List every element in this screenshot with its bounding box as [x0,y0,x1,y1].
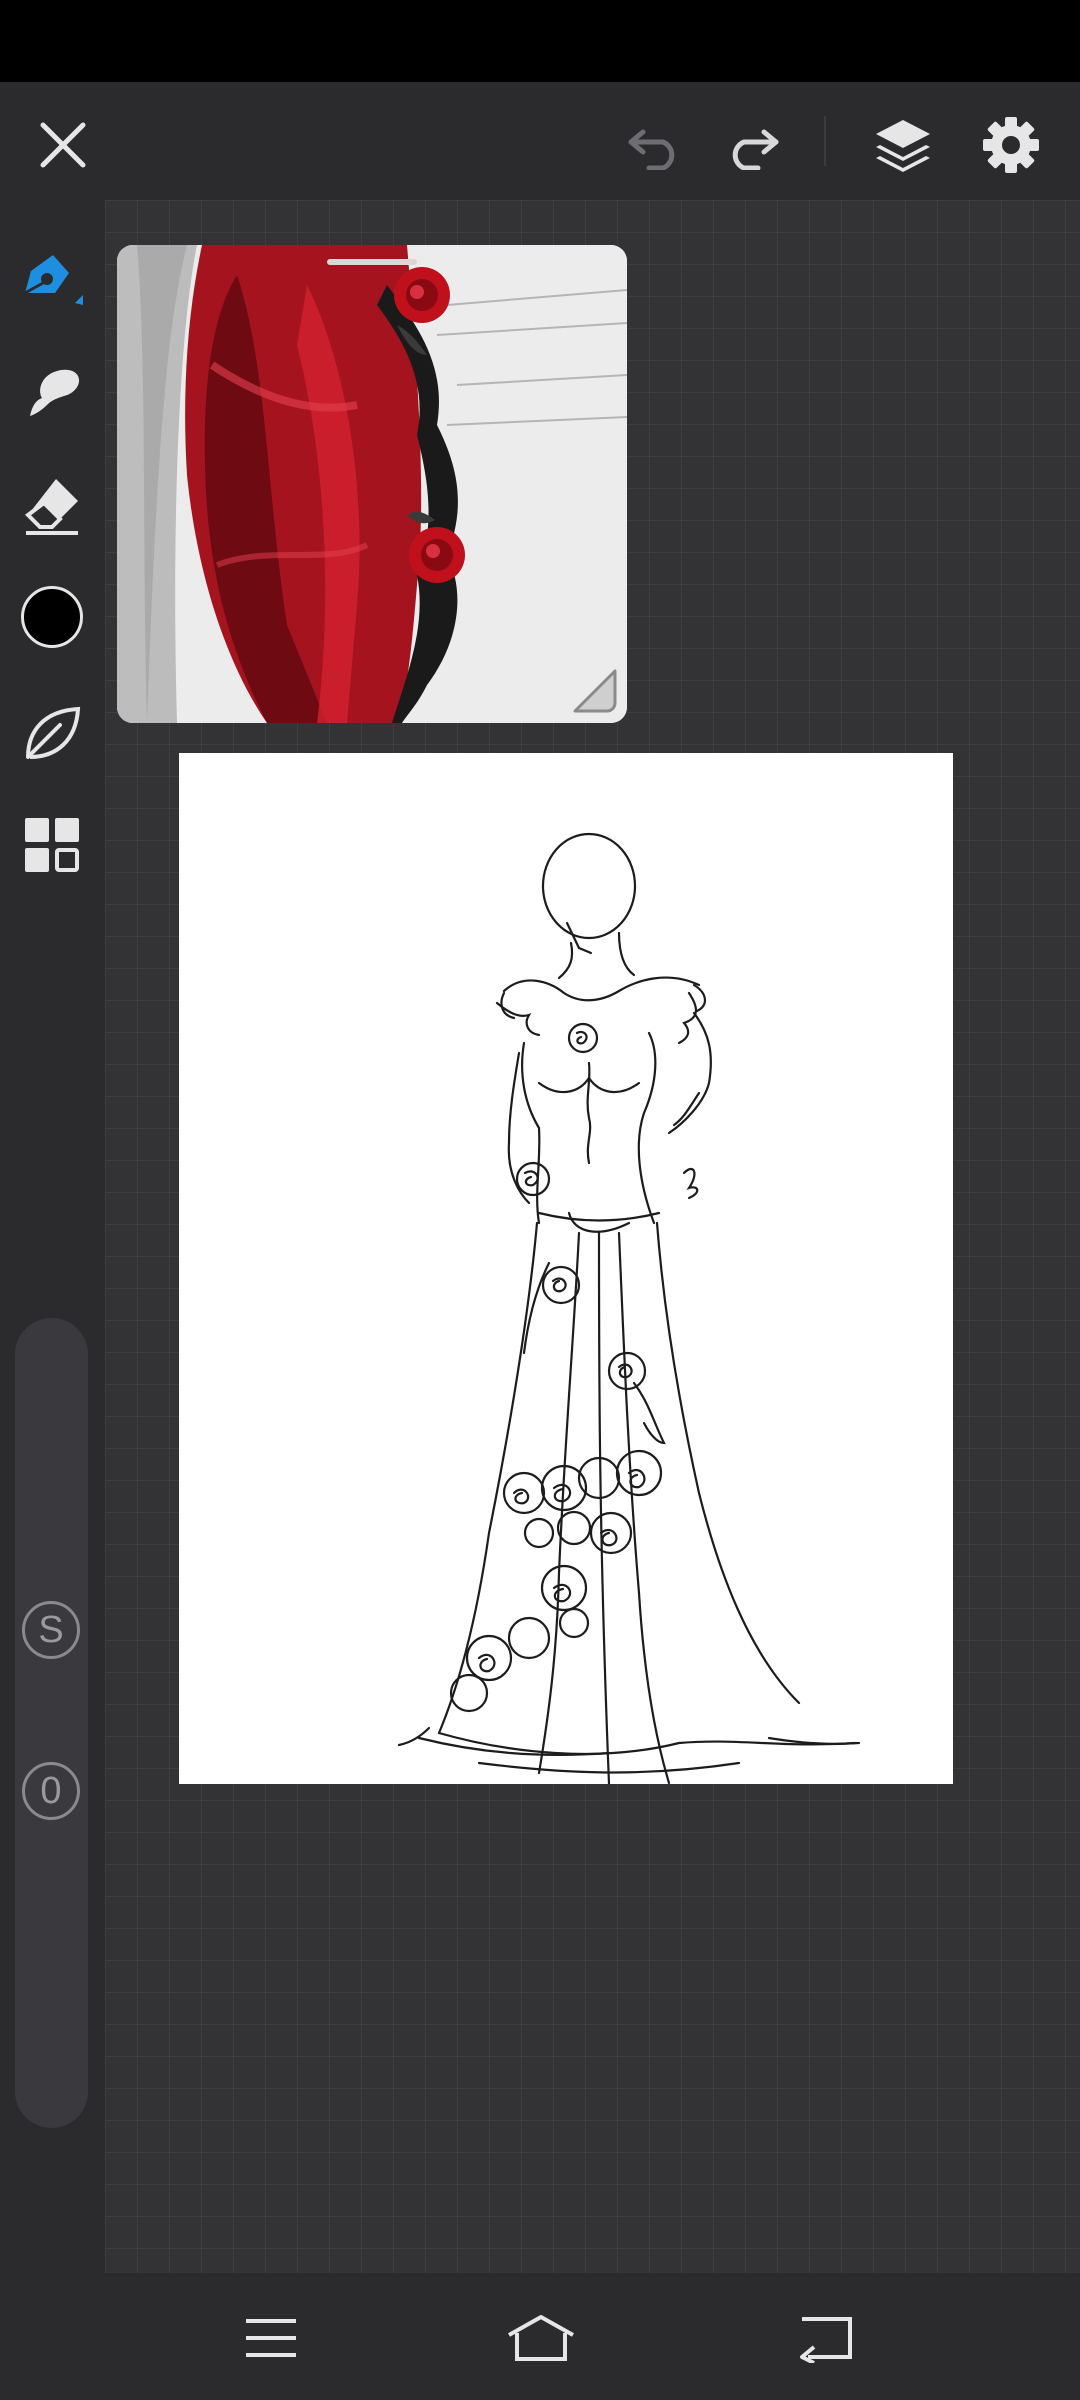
home-button[interactable] [486,2300,596,2375]
dress-sketch [397,832,861,1786]
smudge-tool-button[interactable] [12,350,92,430]
opacity-indicator[interactable]: 0 [22,1762,80,1820]
reference-image-panel[interactable] [117,245,627,723]
redo-icon [732,129,779,170]
layers-icon [876,120,930,172]
toolbar-divider [824,116,826,166]
eraser-tool-button[interactable] [12,465,92,545]
resize-handle-icon[interactable] [567,663,623,719]
status-bar [0,0,1080,82]
redo-button[interactable] [712,102,792,188]
drawing-canvas[interactable] [179,753,953,1786]
back-icon [800,2316,852,2363]
color-picker-button[interactable] [12,577,92,657]
color-swatch [21,586,83,648]
more-tools-button[interactable] [12,805,92,885]
settings-button[interactable] [968,102,1054,188]
undo-button[interactable] [615,102,695,188]
pen-tool-button[interactable] [12,240,92,320]
brush-size-slider[interactable] [15,1318,88,2128]
pen-icon [24,255,83,305]
top-toolbar [0,82,1080,200]
grid-icon [25,818,79,872]
layers-button[interactable] [860,102,946,188]
brush-library-button[interactable] [12,693,92,773]
back-button[interactable] [770,2300,880,2375]
eraser-icon [24,479,78,535]
smudge-icon [30,369,80,416]
undo-icon [628,129,675,170]
close-icon [40,122,86,168]
gear-icon [983,117,1039,173]
close-button[interactable] [20,102,106,188]
home-icon [508,2314,574,2361]
menu-icon [246,2318,296,2357]
reference-image [117,245,627,723]
size-indicator[interactable]: S [22,1601,80,1659]
menu-button[interactable] [216,2300,326,2375]
leaf-icon [26,706,81,759]
